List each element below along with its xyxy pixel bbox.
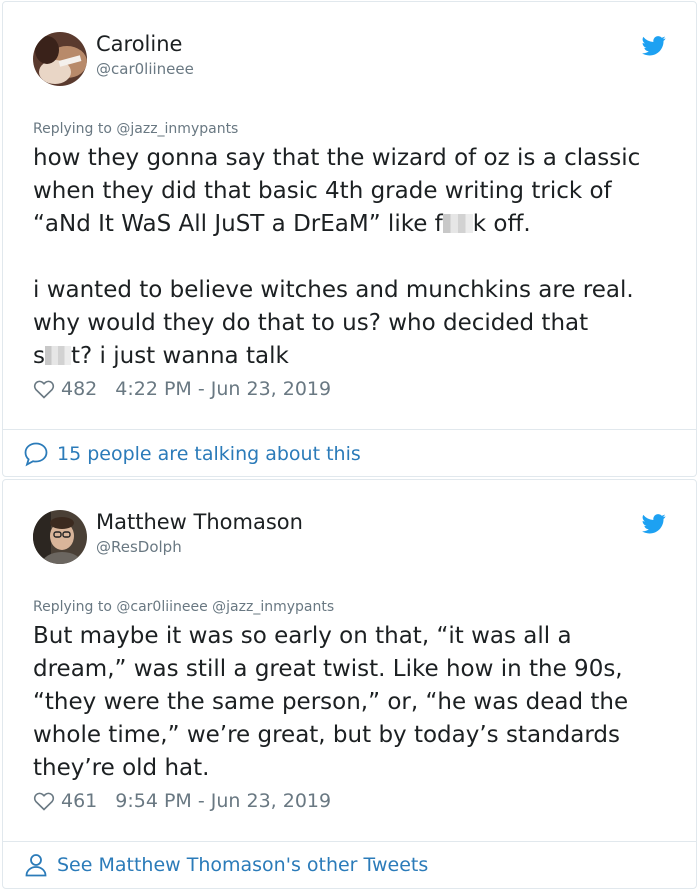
tweet-line-part: “aNd It WaS All JuST a DrEaM” like f [33, 211, 443, 237]
timestamp[interactable]: 4:22 PM - Jun 23, 2019 [115, 378, 331, 400]
tweet-line: s t? i just wanna talk [33, 340, 683, 373]
twitter-bird-icon[interactable] [642, 514, 666, 534]
tweet-line: But maybe it was so early on that, “it w… [33, 623, 572, 649]
like-count[interactable]: 461 [61, 790, 97, 812]
conversation-link[interactable]: 15 people are talking about this [23, 441, 361, 467]
tweet-meta: 482 4:22 PM - Jun 23, 2019 [33, 378, 331, 400]
conversation-link-label[interactable]: 15 people are talking about this [57, 443, 361, 465]
tweet-line-part: s [33, 343, 45, 369]
tweet-line: whole time,” we’re great, but by today’s… [33, 722, 620, 748]
person-icon [25, 854, 47, 877]
tweet-line-part: k off. [472, 211, 531, 237]
speech-bubble-icon [24, 442, 48, 467]
censor-block [442, 214, 473, 233]
tweet-line: how they gonna say that the wizard of oz… [33, 145, 641, 171]
tweet-text: But maybe it was so early on that, “it w… [33, 620, 683, 785]
profile-link-label[interactable]: See Matthew Thomason's other Tweets [57, 854, 428, 876]
tweet-card: Matthew Thomason @ResDolph Replying to @… [2, 479, 697, 889]
avatar[interactable] [33, 32, 87, 86]
author-name[interactable]: Matthew Thomason [96, 510, 303, 534]
tweet-line-part: t? i just wanna talk [70, 343, 289, 369]
divider [3, 429, 696, 430]
tweet-card: Caroline @car0liineee Replying to @jazz_… [2, 1, 697, 477]
divider [3, 841, 696, 842]
tweet-line: i wanted to believe witches and munchkin… [33, 277, 634, 303]
tweet-line: “aNd It WaS All JuST a DrEaM” like f k of… [33, 208, 683, 241]
tweet-line: dream,” was still a great twist. Like ho… [33, 656, 623, 682]
twitter-bird-icon[interactable] [642, 36, 666, 56]
timestamp[interactable]: 9:54 PM - Jun 23, 2019 [115, 790, 331, 812]
author-name[interactable]: Caroline [96, 32, 182, 56]
tweet-line: why would they do that to us? who decide… [33, 310, 589, 336]
censor-block [44, 346, 71, 365]
tweet-meta: 461 9:54 PM - Jun 23, 2019 [33, 790, 331, 812]
tweet-line: they’re old hat. [33, 755, 210, 781]
profile-link[interactable]: See Matthew Thomason's other Tweets [23, 852, 428, 878]
replying-to[interactable]: Replying to @car0liineee @jazz_inmypants [33, 599, 334, 615]
heart-icon[interactable] [33, 379, 55, 399]
tweet-text: how they gonna say that the wizard of oz… [33, 142, 683, 373]
replying-to[interactable]: Replying to @jazz_inmypants [33, 121, 238, 137]
tweet-line: when they did that basic 4th grade writi… [33, 178, 612, 204]
author-handle[interactable]: @ResDolph [96, 538, 182, 556]
author-handle[interactable]: @car0liineee [96, 60, 194, 78]
heart-icon[interactable] [33, 791, 55, 811]
avatar[interactable] [33, 510, 87, 564]
tweet-line: “they were the same person,” or, “he was… [33, 689, 629, 715]
like-count[interactable]: 482 [61, 378, 97, 400]
